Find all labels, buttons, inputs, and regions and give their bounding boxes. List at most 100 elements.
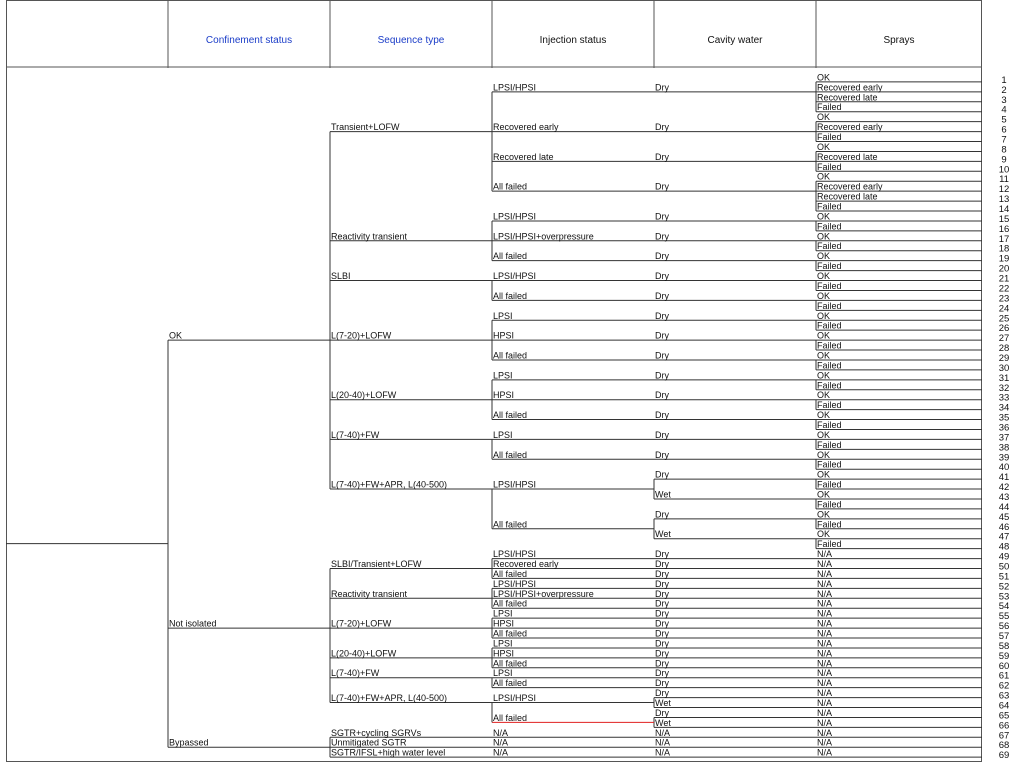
sequence-label: L(7-40)+FW [331, 430, 380, 440]
injection-label: Recovered early [493, 559, 559, 569]
spray-label: N/A [817, 629, 832, 639]
injection-label: All failed [493, 450, 527, 460]
cavity-label: Wet [655, 529, 671, 539]
spray-label: Failed [817, 321, 842, 331]
spray-label: Failed [817, 202, 842, 212]
cavity-label: Dry [655, 678, 669, 688]
spray-label: N/A [817, 708, 832, 718]
cavity-label: Wet [655, 489, 671, 499]
spray-label: N/A [817, 678, 832, 688]
spray-label: Failed [817, 221, 842, 231]
sequence-label: SLBI/Transient+LOFW [331, 559, 422, 569]
cavity-label: Dry [655, 350, 669, 360]
spray-label: OK [817, 331, 830, 341]
cavity-label: N/A [655, 748, 670, 758]
injection-label: LPSI [493, 668, 513, 678]
cavity-label: Dry [655, 609, 669, 619]
injection-label: All failed [493, 678, 527, 688]
spray-label: N/A [817, 638, 832, 648]
cavity-label: Dry [655, 619, 669, 629]
cavity-label: Dry [655, 549, 669, 559]
spray-label: N/A [817, 579, 832, 589]
spray-label: OK [817, 470, 830, 480]
cavity-label: Dry [655, 450, 669, 460]
sequence-label: L(7-40)+FW+APR, L(40-500) [331, 480, 447, 490]
cavity-label: Dry [655, 211, 669, 221]
cavity-label: Dry [655, 470, 669, 480]
injection-label: LPSI [493, 609, 513, 619]
spray-label: Recovered late [817, 92, 878, 102]
sequence-label: Unmitigated SGTR [331, 738, 407, 748]
injection-label: All failed [493, 410, 527, 420]
spray-label: Failed [817, 460, 842, 470]
sequence-label: L(7-20)+LOFW [331, 331, 392, 341]
injection-label: HPSI [493, 390, 514, 400]
cavity-label: N/A [655, 738, 670, 748]
injection-label: HPSI [493, 648, 514, 658]
event-tree: OK 1Recovered early 2Recovered late 3Failed… [6, 0, 1009, 761]
injection-label: LPSI [493, 430, 513, 440]
spray-label: OK [817, 231, 830, 241]
injection-label: Recovered late [493, 152, 554, 162]
spray-label: Recovered late [817, 192, 878, 202]
spray-label: Recovered early [817, 122, 883, 132]
cavity-label: Dry [655, 291, 669, 301]
sequence-label: SLBI [331, 271, 351, 281]
cavity-label: Wet [655, 718, 671, 728]
sequence-label: SGTR+cycling SGRVs [331, 728, 422, 738]
spray-label: N/A [817, 718, 832, 728]
spray-label: N/A [817, 738, 832, 748]
cavity-label: Dry [655, 638, 669, 648]
spray-label: N/A [817, 728, 832, 738]
spray-label: Failed [817, 281, 842, 291]
sequence-label: Reactivity transient [331, 589, 408, 599]
injection-label: All failed [493, 599, 527, 609]
cavity-label: Dry [655, 688, 669, 698]
injection-label: N/A [493, 738, 508, 748]
spray-label: OK [817, 112, 830, 122]
spray-label: OK [817, 410, 830, 420]
injection-label: HPSI [493, 619, 514, 629]
cavity-label: Dry [655, 122, 669, 132]
spray-label: N/A [817, 698, 832, 708]
injection-label: N/A [493, 748, 508, 758]
spray-label: OK [817, 509, 830, 519]
cavity-label: Dry [655, 559, 669, 569]
injection-label: HPSI [493, 331, 514, 341]
injection-label: LPSI/HPSI [493, 549, 536, 559]
injection-label: All failed [493, 291, 527, 301]
sequence-label: SGTR/IFSL+high water level [331, 748, 445, 758]
injection-label: Recovered early [493, 122, 559, 132]
spray-label: N/A [817, 569, 832, 579]
cavity-label: Dry [655, 658, 669, 668]
sequence-label: L(7-20)+LOFW [331, 619, 392, 629]
spray-label: Failed [817, 499, 842, 509]
spray-label: Failed [817, 132, 842, 142]
injection-label: LPSI [493, 370, 513, 380]
cavity-label: Dry [655, 589, 669, 599]
confinement-label: OK [169, 331, 182, 341]
spray-label: Failed [817, 420, 842, 430]
cavity-label: N/A [655, 728, 670, 738]
cavity-label: Dry [655, 509, 669, 519]
spray-label: Failed [817, 360, 842, 370]
spray-label: Failed [817, 162, 842, 172]
sequence-label: L(7-40)+FW [331, 668, 380, 678]
spray-label: OK [817, 72, 830, 82]
spray-label: OK [817, 370, 830, 380]
cavity-label: Dry [655, 569, 669, 579]
spray-label: OK [817, 142, 830, 152]
cavity-label: Dry [655, 231, 669, 241]
cavity-label: Dry [655, 629, 669, 639]
spray-label: OK [817, 251, 830, 261]
cavity-label: Dry [655, 82, 669, 92]
spray-label: Failed [817, 440, 842, 450]
spray-label: N/A [817, 589, 832, 599]
injection-label: LPSI/HPSI [493, 480, 536, 490]
spray-label: N/A [817, 688, 832, 698]
spray-label: N/A [817, 648, 832, 658]
cavity-label: Wet [655, 698, 671, 708]
injection-label: LPSI/HPSI+overpressure [493, 589, 594, 599]
spray-label: Failed [817, 380, 842, 390]
spray-label: Failed [817, 400, 842, 410]
